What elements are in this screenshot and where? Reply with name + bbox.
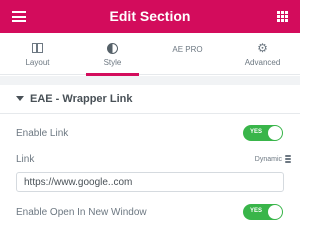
- toggle-text: YES: [250, 208, 263, 214]
- enable-link-label: Enable Link: [16, 128, 69, 139]
- toggle-knob: [268, 126, 282, 140]
- tab-advanced[interactable]: ⚙ Advanced: [225, 33, 300, 75]
- widgets-grid-icon[interactable]: [277, 11, 288, 22]
- link-url-input[interactable]: [16, 172, 284, 192]
- dynamic-tags-label[interactable]: Dynamic: [255, 156, 282, 163]
- database-icon[interactable]: [285, 155, 291, 163]
- new-window-label: Enable Open In New Window: [16, 207, 147, 218]
- tab-ae-pro[interactable]: AE PRO: [150, 33, 225, 75]
- caret-down-icon: [16, 96, 24, 101]
- tab-layout[interactable]: Layout: [0, 33, 75, 75]
- tab-label: Style: [103, 58, 122, 67]
- section-title: EAE - Wrapper Link: [30, 93, 133, 105]
- tab-label: Advanced: [244, 58, 281, 67]
- header-title: Edit Section: [109, 8, 191, 24]
- tab-label: Layout: [25, 58, 50, 67]
- toggle-text: YES: [250, 129, 263, 135]
- tab-label: AE PRO: [172, 45, 203, 54]
- new-window-toggle[interactable]: YES: [243, 204, 283, 220]
- tab-style[interactable]: Style: [75, 33, 150, 76]
- link-label: Link: [16, 154, 35, 165]
- gear-icon: ⚙: [257, 41, 268, 55]
- editor-header: Edit Section: [0, 0, 300, 33]
- section-header-wrapper-link[interactable]: EAE - Wrapper Link: [0, 85, 300, 114]
- half-circle-icon: [107, 42, 118, 54]
- columns-icon: [32, 43, 43, 53]
- toggle-knob: [268, 205, 282, 219]
- enable-link-toggle[interactable]: YES: [243, 125, 283, 141]
- panel-tabs: Layout Style AE PRO ⚙ Advanced: [0, 33, 300, 76]
